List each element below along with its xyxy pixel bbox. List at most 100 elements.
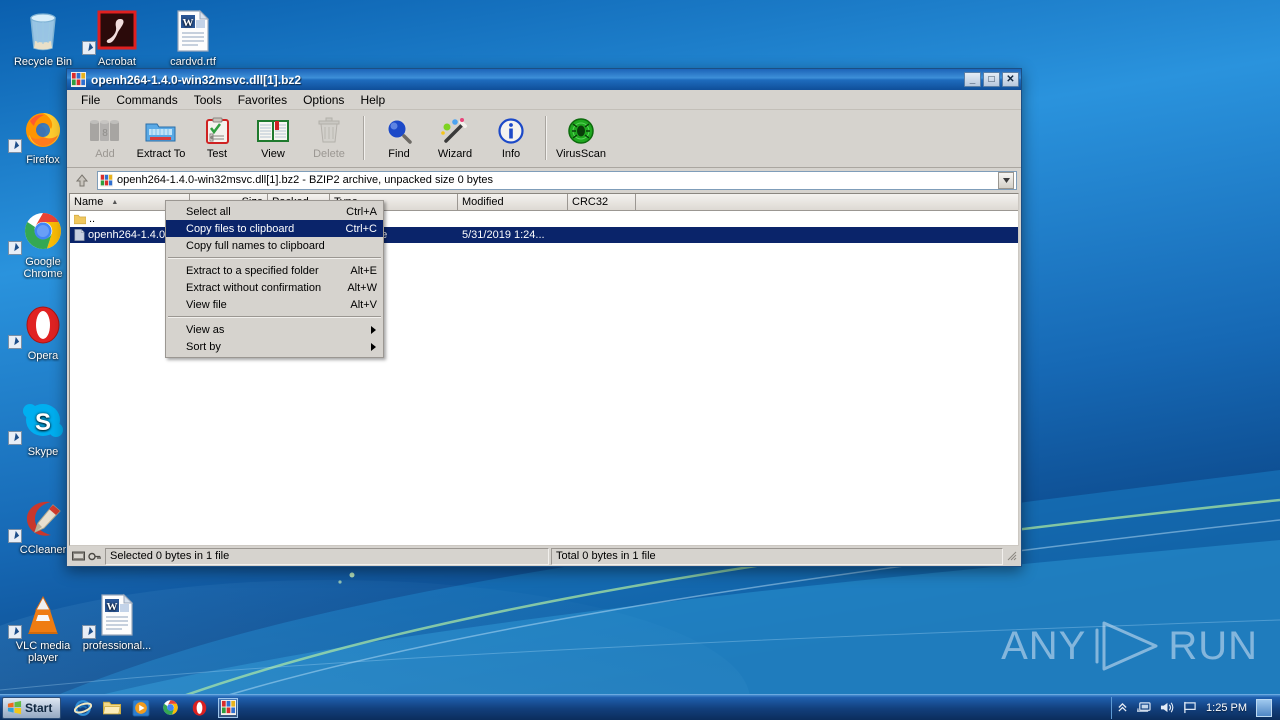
toolbar-button-find[interactable]: Find [371,114,427,160]
close-button[interactable]: ✕ [1002,72,1019,87]
context-menu-item-copy-files-to-clipboard[interactable]: Copy files to clipboard Ctrl+C [166,220,383,237]
desktop-icon-label: Acrobat [98,56,136,68]
context-menu-shortcut: Ctrl+C [345,222,377,235]
desktop-icon-vlc-media-player[interactable]: VLC media player [6,590,80,664]
find-magnifier-icon [379,114,419,148]
context-menu-separator [168,257,381,259]
menu-bar[interactable]: File Commands Tools Favorites Options He… [67,90,1021,110]
context-menu-item-sort-by[interactable]: Sort by [166,338,383,355]
up-arrow-icon [75,174,89,187]
submenu-arrow-icon [371,326,376,334]
toolbar[interactable]: 8 Add Extract To Test View Delete Find W… [67,110,1021,168]
file-modified-cell: 5/31/2019 1:24... [462,229,545,241]
desktop-icon-acrobat[interactable]: Acrobat [80,6,154,68]
clock-time[interactable]: 1:25 PM [1206,702,1247,714]
column-header-modified[interactable]: Modified [458,194,568,210]
maximize-button[interactable]: □ [983,72,1000,87]
toolbar-label: Test [206,148,228,160]
menu-item-options[interactable]: Options [295,91,352,109]
svg-text:8: 8 [102,128,108,139]
shortcut-overlay-icon [8,139,22,153]
status-selected-text: Selected 0 bytes in 1 file [105,547,549,565]
taskbar-media-player-icon[interactable] [131,698,151,718]
quick-launch-bar[interactable] [73,697,239,718]
menu-item-file[interactable]: File [73,91,108,109]
context-menu-shortcut: Alt+W [347,281,377,294]
winrar-window[interactable]: openh264-1.4.0-win32msvc.dll[1].bz2 _ □ … [66,68,1022,567]
taskbar-explorer-folder-icon[interactable] [102,698,122,718]
context-menu-item-view-as[interactable]: View as [166,321,383,338]
chevron-down-icon[interactable] [998,171,1014,189]
desktop-icon-cardvd-rtf[interactable]: W cardvd.rtf [156,6,230,68]
network-icon[interactable] [1136,701,1151,714]
delete-trash-icon [309,114,349,148]
context-menu-shortcut: Alt+E [350,264,377,277]
desktop-icon-label: cardvd.rtf [170,56,216,68]
toolbar-button-test[interactable]: Test [189,114,245,160]
watermark-text-right: RUN [1168,623,1258,668]
desktop-icon-label: Recycle Bin [13,56,73,68]
shortcut-overlay-icon [8,625,22,639]
toolbar-label: Delete [313,148,345,160]
watermark-text-left: ANY [1001,623,1087,668]
file-list[interactable]: Name ▲ Size Packed Type Modified CRC32 .… [69,193,1019,546]
view-book-icon [253,114,293,148]
toolbar-label: Add [95,148,115,160]
menu-item-favorites[interactable]: Favorites [230,91,295,109]
file-name-text: openh264-1.4.0- [88,229,169,241]
shortcut-overlay-icon [8,335,22,349]
taskbar-winrar-icon[interactable] [218,697,239,718]
menu-item-help[interactable]: Help [352,91,393,109]
context-menu-separator [168,316,381,318]
wizard-wand-icon [435,114,475,148]
context-menu-item-copy-full-names-to-clipboard[interactable]: Copy full names to clipboard [166,237,383,254]
virusscan-icon [561,114,601,148]
show-hidden-icons-icon[interactable] [1118,702,1127,713]
toolbar-label: View [261,148,285,160]
taskbar[interactable]: Start 1:25 PM [0,694,1280,720]
minimize-button[interactable]: _ [964,72,981,87]
shortcut-overlay-icon [82,41,96,55]
volume-icon[interactable] [1160,701,1174,714]
context-menu-item-select-all[interactable]: Select all Ctrl+A [166,203,383,220]
context-menu-item-view-file[interactable]: View file Alt+V [166,296,383,313]
context-menu-shortcut: Ctrl+A [346,205,377,218]
start-label: Start [25,700,53,715]
folder-up-icon [74,214,86,224]
up-one-level-button[interactable] [71,170,93,190]
toolbar-button-delete[interactable]: Delete [301,114,357,160]
info-circle-icon [491,114,531,148]
context-menu-item-extract-without-confirmation[interactable]: Extract without confirmation Alt+W [166,279,383,296]
archive-path-field[interactable]: openh264-1.4.0-win32msvc.dll[1].bz2 - BZ… [97,170,1017,190]
desktop-icon-professional-doc[interactable]: W professional... [80,590,154,652]
menu-item-commands[interactable]: Commands [108,91,185,109]
context-menu-item-extract-to-specified-folder[interactable]: Extract to a specified folder Alt+E [166,262,383,279]
resize-grip[interactable] [1005,549,1019,563]
taskbar-opera-icon[interactable] [189,698,209,718]
action-center-flag-icon[interactable] [1183,701,1197,714]
toolbar-button-virusscan[interactable]: VirusScan [553,114,609,160]
address-bar[interactable]: openh264-1.4.0-win32msvc.dll[1].bz2 - BZ… [67,168,1021,192]
show-desktop-button[interactable] [1256,698,1272,717]
start-button[interactable]: Start [2,696,62,719]
disk-icon [71,551,85,560]
svg-text:S: S [35,409,51,436]
toolbar-label: Find [388,148,410,160]
context-menu[interactable]: Select all Ctrl+A Copy files to clipboar… [165,200,384,358]
word-document-icon: W [80,590,154,640]
taskbar-chrome-icon[interactable] [160,698,180,718]
column-header-crc32[interactable]: CRC32 [568,194,636,210]
system-tray[interactable]: 1:25 PM [1111,696,1278,719]
window-titlebar[interactable]: openh264-1.4.0-win32msvc.dll[1].bz2 _ □ … [67,69,1021,90]
menu-item-tools[interactable]: Tools [186,91,230,109]
toolbar-button-info[interactable]: Info [483,114,539,160]
toolbar-button-wizard[interactable]: Wizard [427,114,483,160]
toolbar-button-add[interactable]: 8 Add [77,114,133,160]
toolbar-label: VirusScan [556,148,606,160]
toolbar-label: Info [501,148,521,160]
taskbar-internet-explorer-icon[interactable] [73,698,93,718]
toolbar-button-extract-to[interactable]: Extract To [133,114,189,160]
window-controls[interactable]: _ □ ✕ [964,72,1019,87]
toolbar-button-view[interactable]: View [245,114,301,160]
desktop-icon-recycle-bin[interactable]: Recycle Bin [6,6,80,68]
